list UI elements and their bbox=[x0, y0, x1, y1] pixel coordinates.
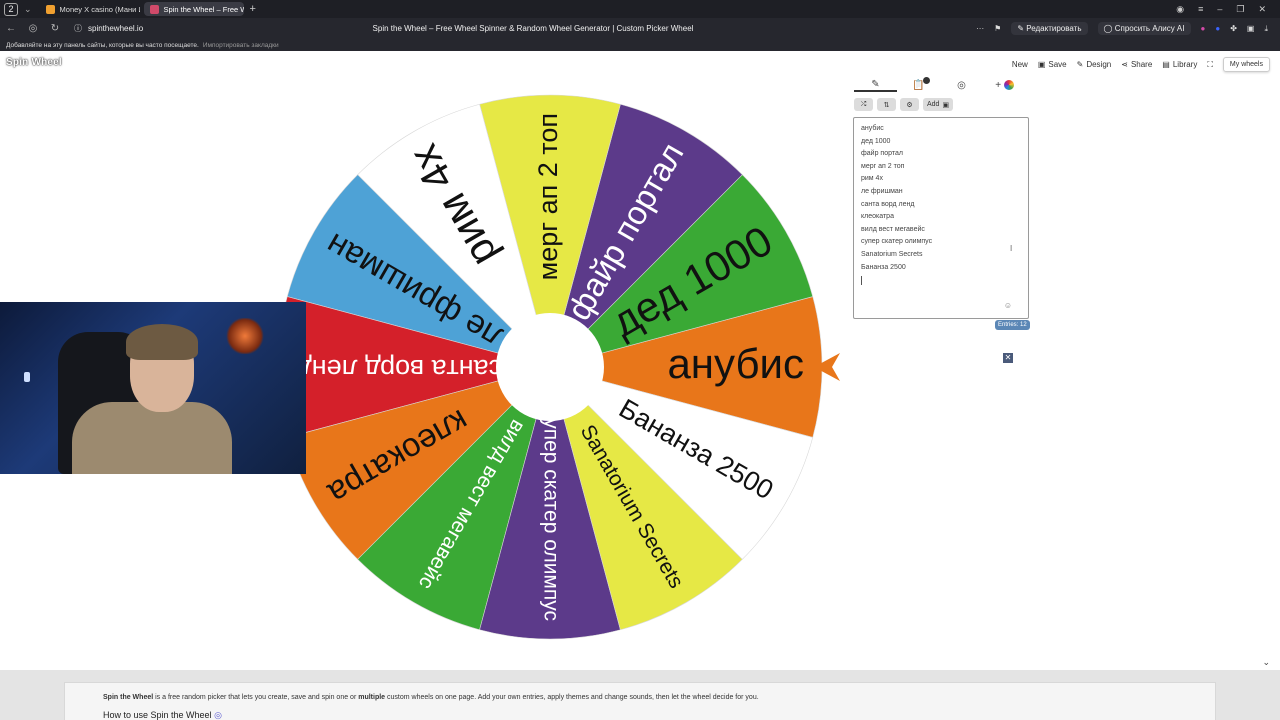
color-wheel-icon bbox=[1003, 80, 1014, 91]
info-lead-bold: Spin the Wheel bbox=[103, 694, 154, 701]
chevron-down-icon[interactable]: ⌄ bbox=[1262, 657, 1270, 668]
sort-icon[interactable]: ⇅ bbox=[877, 98, 896, 111]
person-hair bbox=[126, 324, 198, 360]
lamp bbox=[24, 372, 30, 382]
info-lead-text: is a free random picker that lets you cr… bbox=[153, 694, 359, 701]
text-cursor-icon: I bbox=[1010, 244, 1013, 253]
entry-line[interactable]: вилд вест мегавейс bbox=[861, 224, 1021, 237]
info-rest-text: custom wheels on one page. Add your own … bbox=[385, 694, 759, 701]
shuffle-icon[interactable]: ⤮ bbox=[854, 98, 873, 111]
text-caret bbox=[861, 276, 862, 286]
image-icon: ▣ bbox=[942, 101, 950, 109]
wheel-center-hub[interactable] bbox=[496, 313, 604, 421]
emoji-icon[interactable]: ☺ bbox=[1004, 301, 1012, 310]
results-badge bbox=[923, 77, 930, 84]
add-color-button[interactable]: + bbox=[983, 80, 1026, 91]
wheel-segment-label: мерг ап 2 топ bbox=[533, 113, 563, 280]
entry-line[interactable]: файр портал bbox=[861, 148, 1021, 161]
results-tab-clipboard-icon[interactable]: 📋 bbox=[897, 77, 940, 91]
edit-tab-pencil-icon[interactable]: ✎ bbox=[854, 79, 897, 92]
close-icon[interactable]: ✕ bbox=[1003, 353, 1013, 363]
info-card: Spin the Wheel is a free random picker t… bbox=[64, 682, 1216, 720]
add-image-label: Add bbox=[927, 101, 940, 108]
editor-toolbar: ⤮ ⇅ ⚙ Add ▣ bbox=[854, 98, 954, 111]
entry-line[interactable]: Бананза 2500 bbox=[861, 262, 1021, 275]
entry-line[interactable]: дед 1000 bbox=[861, 136, 1021, 149]
hide-tab-eye-icon[interactable]: ◎ bbox=[940, 80, 983, 91]
background-light bbox=[225, 318, 265, 354]
entries-list: анубис дед 1000 файр портал мерг ап 2 топ ри… bbox=[861, 123, 1021, 274]
person-body bbox=[72, 402, 232, 474]
settings-icon[interactable]: ⚙ bbox=[900, 98, 919, 111]
wheel-segment-label: санта ворд ленд bbox=[296, 354, 502, 384]
entry-line[interactable]: рим 4х bbox=[861, 173, 1021, 186]
info-multiple-bold: multiple bbox=[358, 694, 386, 701]
editor-tabs: ✎ 📋 ◎ + bbox=[854, 77, 1026, 93]
info-paragraph: Spin the Wheel is a free random picker t… bbox=[103, 694, 1177, 701]
entry-line[interactable]: клеокатра bbox=[861, 211, 1021, 224]
entry-line[interactable]: мерг ап 2 топ bbox=[861, 161, 1021, 174]
entry-line[interactable]: ле фришман bbox=[861, 186, 1021, 199]
wheel-segment-label: анубис bbox=[667, 340, 804, 387]
add-image-button[interactable]: Add ▣ bbox=[923, 98, 954, 111]
how-to-title: How to use Spin the Wheel ◎ bbox=[103, 710, 1177, 720]
entries-count-badge: Entries: 12 bbox=[995, 320, 1030, 330]
how-to-title-text: How to use Spin the Wheel bbox=[103, 710, 212, 720]
entry-line[interactable]: санта ворд ленд bbox=[861, 199, 1021, 212]
wheel-segment-label: супер скатер олимпус bbox=[539, 408, 562, 621]
webcam-overlay bbox=[0, 302, 306, 474]
spiral-icon: ◎ bbox=[214, 710, 222, 720]
entry-line[interactable]: супер скатер олимпус bbox=[861, 236, 1021, 249]
entries-textarea[interactable]: анубис дед 1000 файр портал мерг ап 2 топ ри… bbox=[853, 117, 1029, 319]
entry-line[interactable]: Sanatorium Secrets bbox=[861, 249, 1021, 262]
entry-line[interactable]: анубис bbox=[861, 123, 1021, 136]
